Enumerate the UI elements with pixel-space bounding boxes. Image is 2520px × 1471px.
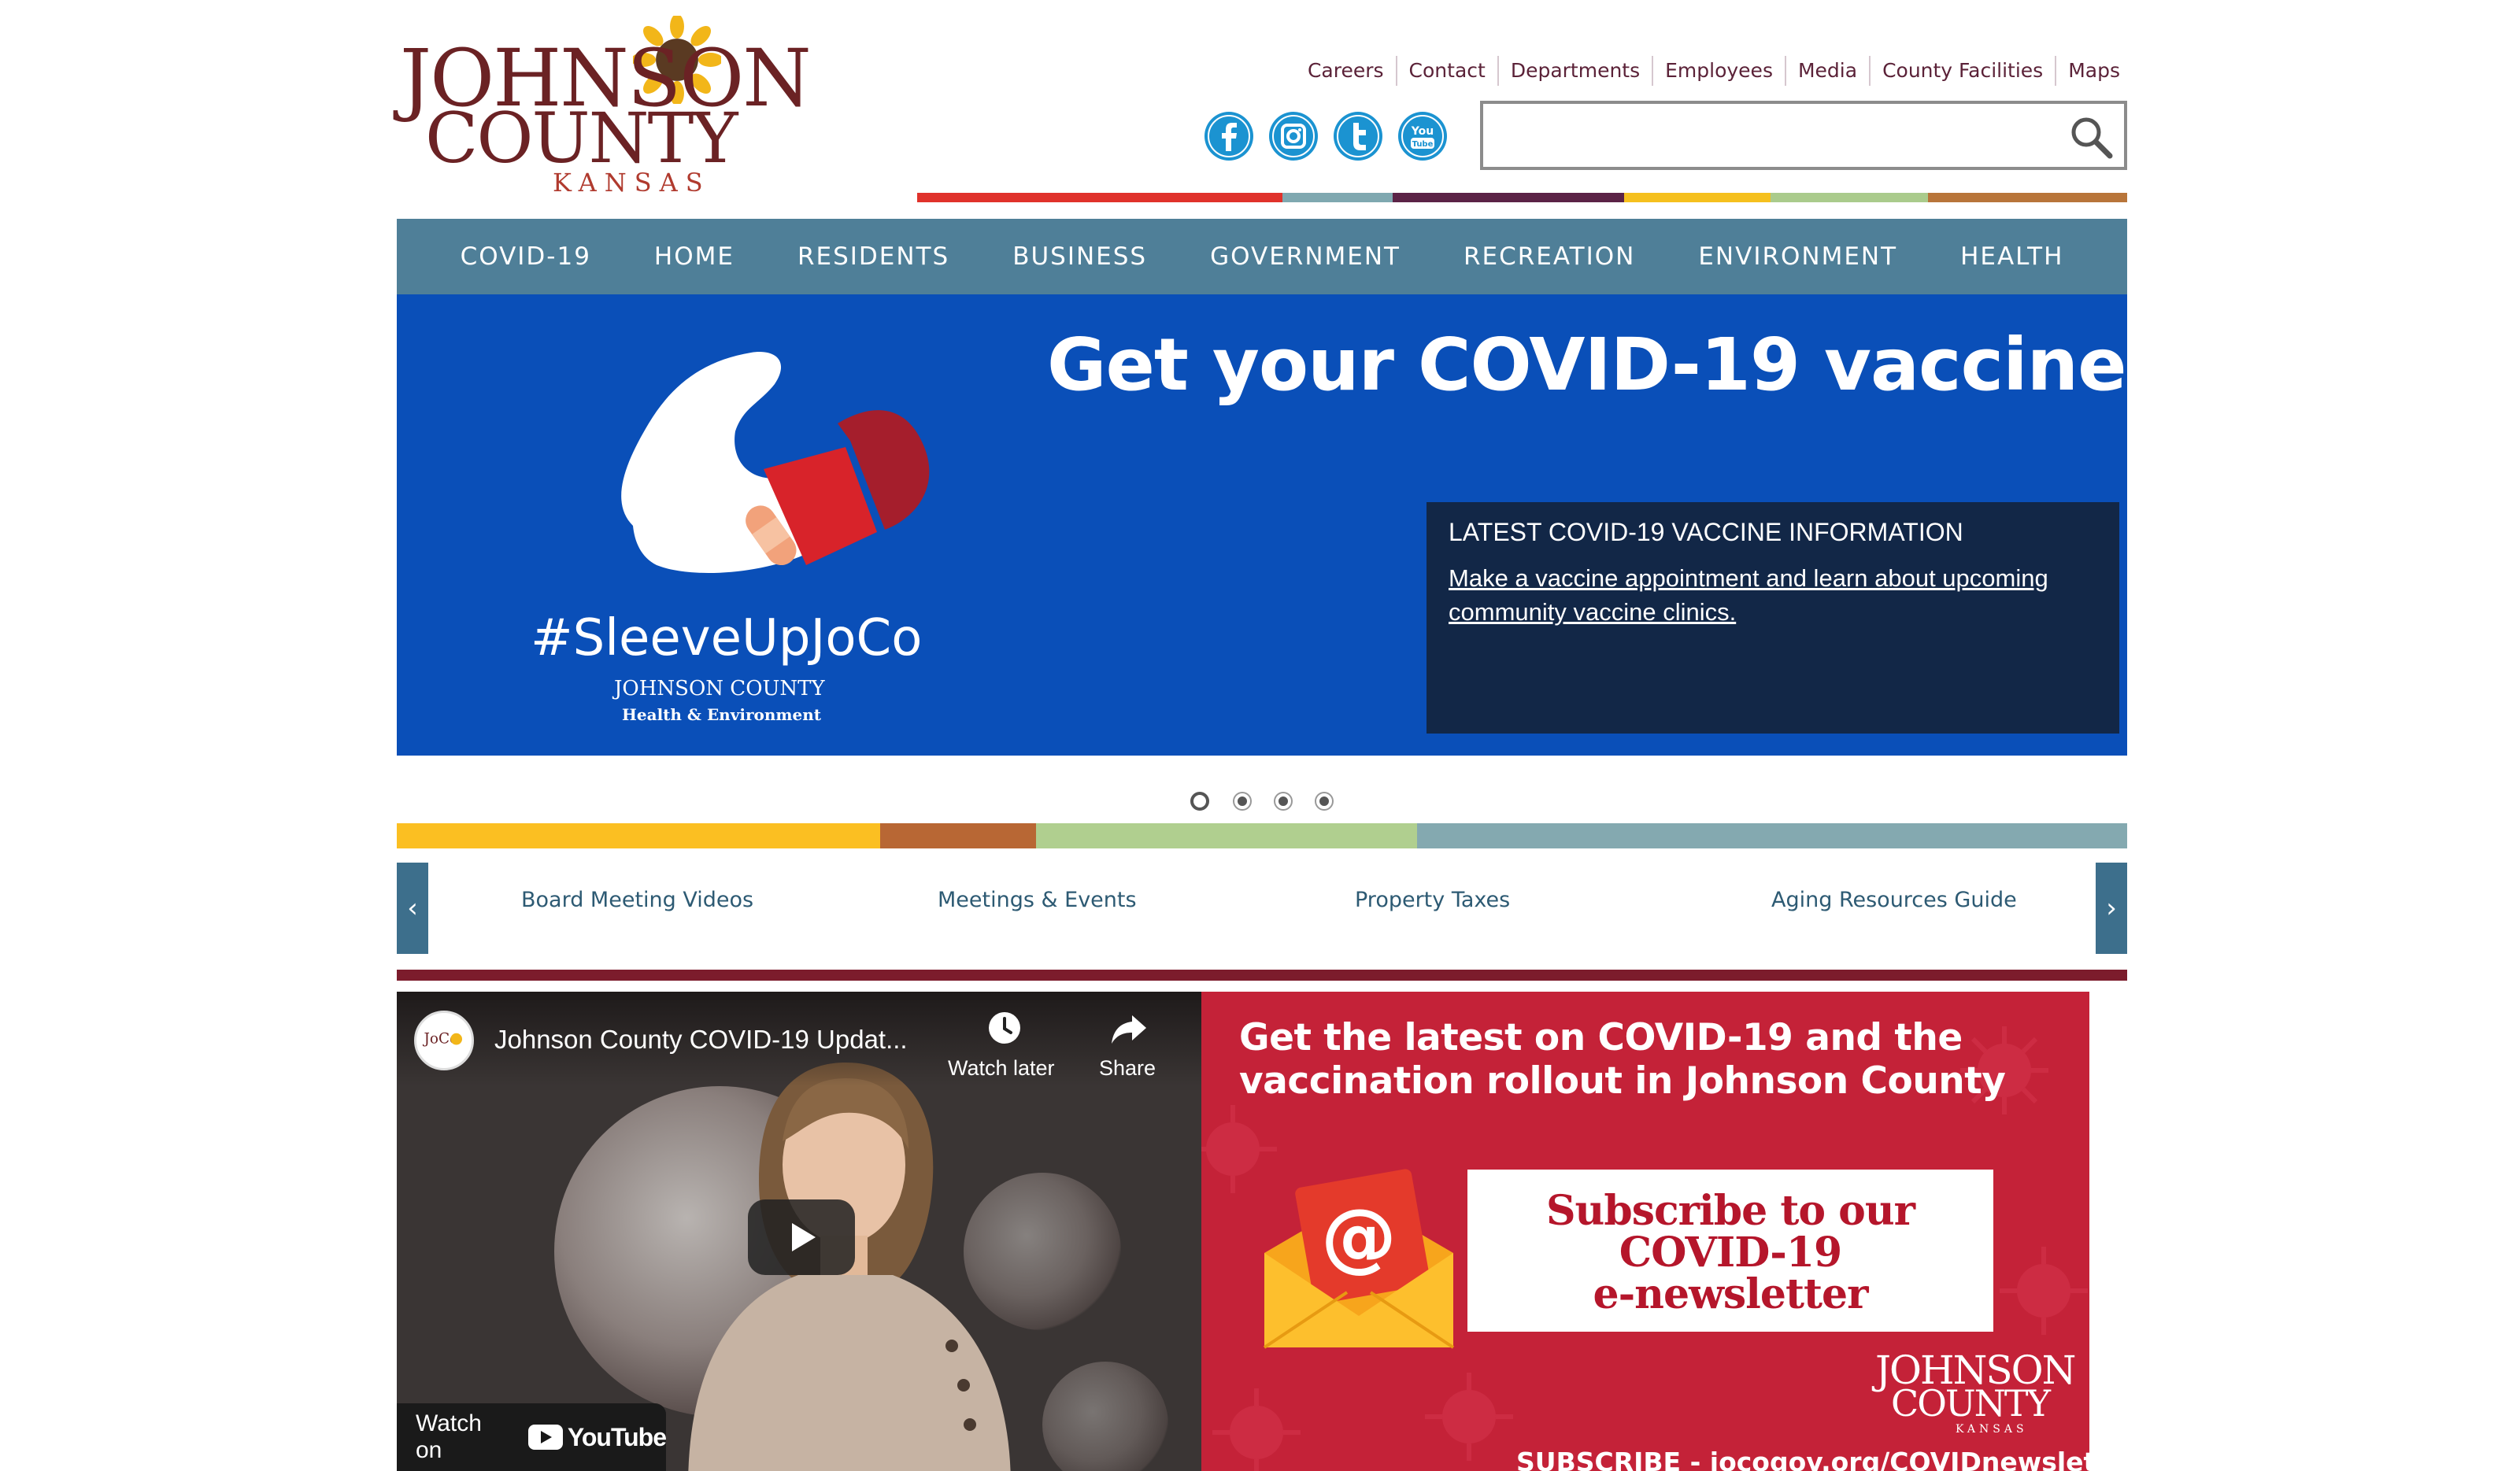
color-bar-segment <box>880 823 1036 848</box>
carousel-pagination <box>1190 792 1332 811</box>
search-icon[interactable] <box>2067 113 2115 161</box>
top-link-employees[interactable]: Employees <box>1652 56 1785 86</box>
vaccine-appointment-link[interactable]: Make a vaccine appointment and learn abo… <box>1449 561 2097 630</box>
nav-home[interactable]: HOME <box>654 242 735 271</box>
youtube-video-embed[interactable]: JoCo Johnson County COVID-19 Updat... Wa… <box>397 992 1201 1471</box>
top-link-maps[interactable]: Maps <box>2055 56 2125 86</box>
color-bar-segment <box>1417 823 2127 848</box>
top-link-departments[interactable]: Departments <box>1497 56 1652 86</box>
utility-links: Careers Contact Departments Employees Me… <box>1296 55 2125 87</box>
color-bar-segment <box>1393 193 1624 202</box>
channel-logo[interactable]: JoCo <box>414 1011 474 1070</box>
color-bar-segment <box>1282 193 1393 202</box>
quick-link-board-meeting-videos[interactable]: Board Meeting Videos <box>521 888 753 912</box>
youtube-logo-icon: YouTube <box>527 1422 667 1452</box>
svg-text:@: @ <box>1321 1192 1397 1281</box>
virus-graphic <box>1042 1362 1168 1471</box>
subscribe-line-1: Subscribe to our <box>1545 1187 1915 1235</box>
hero-hashtag: #SleeveUpJoCo <box>531 609 923 667</box>
subscribe-url[interactable]: SUBSCRIBE - jocogov.org/COVIDnewsletter <box>1516 1447 2089 1471</box>
facebook-icon[interactable] <box>1203 110 1255 162</box>
watch-on-label: Watch on <box>416 1410 482 1463</box>
hero-caption-title: LATEST COVID-19 VACCINE INFORMATION <box>1449 518 1963 546</box>
subscribe-line-3: e-newsletter <box>1593 1270 1869 1319</box>
virus-pattern-icon <box>2000 1247 2088 1335</box>
nav-environment[interactable]: ENVIRONMENT <box>1698 242 1897 271</box>
header-color-bar <box>917 193 2127 202</box>
color-bar-segment <box>1036 823 1417 848</box>
nav-government[interactable]: GOVERNMENT <box>1210 242 1401 271</box>
promo-title: Get the latest on COVID-19 and the vacci… <box>1239 1016 2006 1103</box>
subscribe-line-2: COVID-19 <box>1619 1229 1842 1277</box>
quick-links-next-button[interactable]: › <box>2096 863 2127 954</box>
youtube-wordmark: YouTube <box>567 1422 667 1451</box>
color-bar-segment <box>397 823 880 848</box>
chevron-right-icon: › <box>2106 893 2117 924</box>
quick-link-property-taxes[interactable]: Property Taxes <box>1355 888 1510 912</box>
color-bar-segment <box>1928 193 2127 202</box>
clock-icon[interactable] <box>986 1009 1023 1047</box>
county-logo[interactable]: JOHNSON COUNTY KANSAS <box>397 16 812 195</box>
nav-health[interactable]: HEALTH <box>1960 242 2063 271</box>
email-envelope-icon: @ <box>1263 1169 1455 1349</box>
search-input[interactable] <box>1483 104 2058 167</box>
play-icon <box>792 1223 816 1251</box>
main-nav: COVID-19 HOME RESIDENTS BUSINESS GOVERNM… <box>397 219 2127 294</box>
top-link-county-facilities[interactable]: County Facilities <box>1869 56 2055 86</box>
section-divider <box>397 970 2127 981</box>
hero-logo-subtitle: Health & Environment <box>622 705 822 724</box>
color-bar-segment <box>1771 193 1928 202</box>
twitter-icon[interactable] <box>1332 110 1384 162</box>
site-search <box>1480 101 2127 170</box>
play-button[interactable] <box>748 1199 855 1275</box>
logo-line-2: COUNTY <box>425 98 738 179</box>
promo-logo-line-2: COUNTY <box>1891 1382 2051 1425</box>
virus-pattern-icon <box>1425 1373 1513 1461</box>
subscribe-card[interactable]: Subscribe to our COVID-19 e-newsletter <box>1467 1170 1993 1332</box>
hero-logo-text: JOHNSON COUNTY <box>614 677 825 700</box>
section-color-bar <box>397 823 2127 848</box>
hero-carousel-slide[interactable]: #SleeveUpJoCo JOHNSON COUNTY Health & En… <box>397 294 2127 756</box>
color-bar-segment <box>917 193 1282 202</box>
top-link-media[interactable]: Media <box>1784 56 1869 86</box>
watch-on-youtube-button[interactable]: Watch on YouTube <box>397 1403 667 1471</box>
watch-later-label[interactable]: Watch later <box>948 1056 1055 1081</box>
carousel-dot-4[interactable] <box>1316 793 1332 809</box>
quick-links-prev-button[interactable]: ‹ <box>397 863 428 954</box>
carousel-dot-2[interactable] <box>1234 793 1250 809</box>
chevron-left-icon: ‹ <box>407 893 418 924</box>
top-link-contact[interactable]: Contact <box>1395 56 1497 86</box>
hero-headline: Get your COVID-19 vaccine <box>1047 323 2127 407</box>
nav-business[interactable]: BUSINESS <box>1012 242 1147 271</box>
social-links: You Tube <box>1203 110 1449 162</box>
promo-title-line-2: vaccination rollout in Johnson County <box>1239 1059 2006 1103</box>
covid-newsletter-promo[interactable]: Get the latest on COVID-19 and the vacci… <box>1201 992 2089 1471</box>
nav-recreation[interactable]: RECREATION <box>1464 242 1635 271</box>
share-icon[interactable] <box>1110 1009 1148 1047</box>
color-bar-segment <box>1624 193 1771 202</box>
virus-pattern-icon <box>1212 1388 1301 1471</box>
promo-title-line-1: Get the latest on COVID-19 and the <box>1239 1016 1963 1059</box>
nav-covid-19[interactable]: COVID-19 <box>461 242 591 271</box>
svg-text:Tube: Tube <box>1412 140 1434 149</box>
instagram-icon[interactable] <box>1267 110 1319 162</box>
flexed-arm-bandage-icon <box>621 352 930 573</box>
svg-text:You: You <box>1411 125 1434 138</box>
share-label[interactable]: Share <box>1099 1056 1156 1081</box>
top-link-careers[interactable]: Careers <box>1296 56 1396 86</box>
promo-logo-line-3: KANSAS <box>1956 1423 2028 1436</box>
nav-residents[interactable]: RESIDENTS <box>797 242 949 271</box>
carousel-dot-3[interactable] <box>1275 793 1291 809</box>
youtube-icon[interactable]: You Tube <box>1397 110 1449 162</box>
video-title[interactable]: Johnson County COVID-19 Updat... <box>494 1025 908 1055</box>
quick-link-aging-resources-guide[interactable]: Aging Resources Guide <box>1771 888 2017 912</box>
quick-link-meetings-events[interactable]: Meetings & Events <box>938 888 1137 912</box>
carousel-dot-1[interactable] <box>1190 792 1209 811</box>
logo-line-3: KANSAS <box>553 168 711 198</box>
hero-caption-box: LATEST COVID-19 VACCINE INFORMATION Make… <box>1427 502 2119 734</box>
